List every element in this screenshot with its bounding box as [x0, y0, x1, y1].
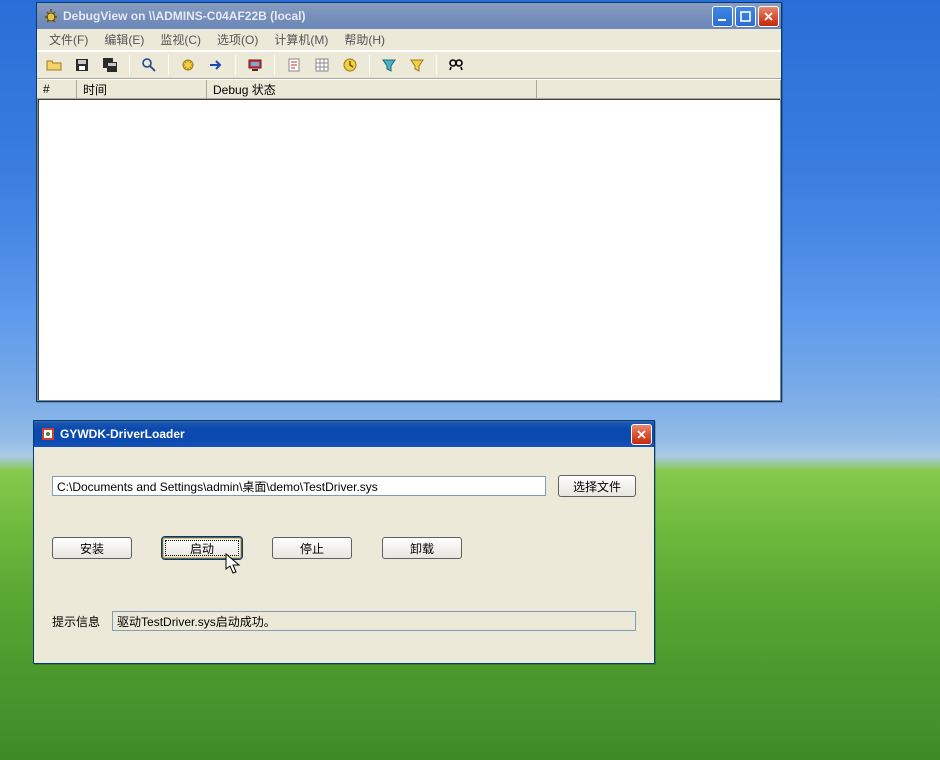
status-label: 提示信息 [52, 613, 100, 630]
column-time[interactable]: 时间 [77, 80, 207, 98]
arrow-right-icon[interactable] [205, 54, 227, 76]
open-icon[interactable] [43, 54, 65, 76]
toolbar-separator [436, 55, 437, 75]
debugview-title: DebugView on \\ADMINS-C04AF22B (local) [63, 9, 712, 23]
highlight-icon[interactable] [406, 54, 428, 76]
grid-icon[interactable] [311, 54, 333, 76]
close-button[interactable] [631, 424, 652, 445]
clock-icon[interactable] [339, 54, 361, 76]
menubar: 文件(F) 编辑(E) 监视(C) 选项(O) 计算机(M) 帮助(H) [37, 29, 781, 51]
toolbar-separator [369, 55, 370, 75]
toolbar-separator [129, 55, 130, 75]
menu-file[interactable]: 文件(F) [41, 29, 96, 50]
stop-button[interactable]: 停止 [272, 537, 352, 559]
toolbar-separator [168, 55, 169, 75]
driver-titlebar[interactable]: GYWDK-DriverLoader [34, 421, 654, 447]
menu-edit[interactable]: 编辑(E) [96, 29, 152, 50]
column-debug[interactable]: Debug 状态 [207, 80, 537, 98]
menu-help[interactable]: 帮助(H) [336, 29, 393, 50]
status-text [112, 611, 636, 631]
capture-icon[interactable] [177, 54, 199, 76]
computer-icon[interactable] [244, 54, 266, 76]
start-button[interactable]: 启动 [162, 537, 242, 559]
install-button[interactable]: 安装 [52, 537, 132, 559]
bug-icon [43, 8, 59, 24]
find-icon[interactable] [445, 54, 467, 76]
menu-monitor[interactable]: 监视(C) [152, 29, 209, 50]
list-body[interactable] [37, 99, 781, 401]
list-header: # 时间 Debug 状态 [37, 79, 781, 99]
minimize-button[interactable] [712, 6, 733, 27]
app-icon [40, 426, 56, 442]
close-button[interactable] [758, 6, 779, 27]
toolbar [37, 51, 781, 79]
filter-icon[interactable] [378, 54, 400, 76]
toolbar-separator [274, 55, 275, 75]
column-number[interactable]: # [37, 80, 77, 98]
note-icon[interactable] [283, 54, 305, 76]
save-all-icon[interactable] [99, 54, 121, 76]
save-icon[interactable] [71, 54, 93, 76]
driver-path-input[interactable] [52, 476, 546, 496]
toolbar-separator [235, 55, 236, 75]
menu-options[interactable]: 选项(O) [209, 29, 266, 50]
driver-loader-window: GYWDK-DriverLoader 选择文件 安装 启动 停止 卸载 提示信息 [33, 420, 655, 664]
menu-computer[interactable]: 计算机(M) [266, 29, 336, 50]
column-spacer [537, 80, 781, 98]
maximize-button[interactable] [735, 6, 756, 27]
choose-file-button[interactable]: 选择文件 [558, 475, 636, 497]
driver-title: GYWDK-DriverLoader [60, 427, 631, 441]
debugview-window: DebugView on \\ADMINS-C04AF22B (local) 文… [36, 2, 782, 402]
unload-button[interactable]: 卸载 [382, 537, 462, 559]
magnify-icon[interactable] [138, 54, 160, 76]
debugview-titlebar[interactable]: DebugView on \\ADMINS-C04AF22B (local) [37, 3, 781, 29]
